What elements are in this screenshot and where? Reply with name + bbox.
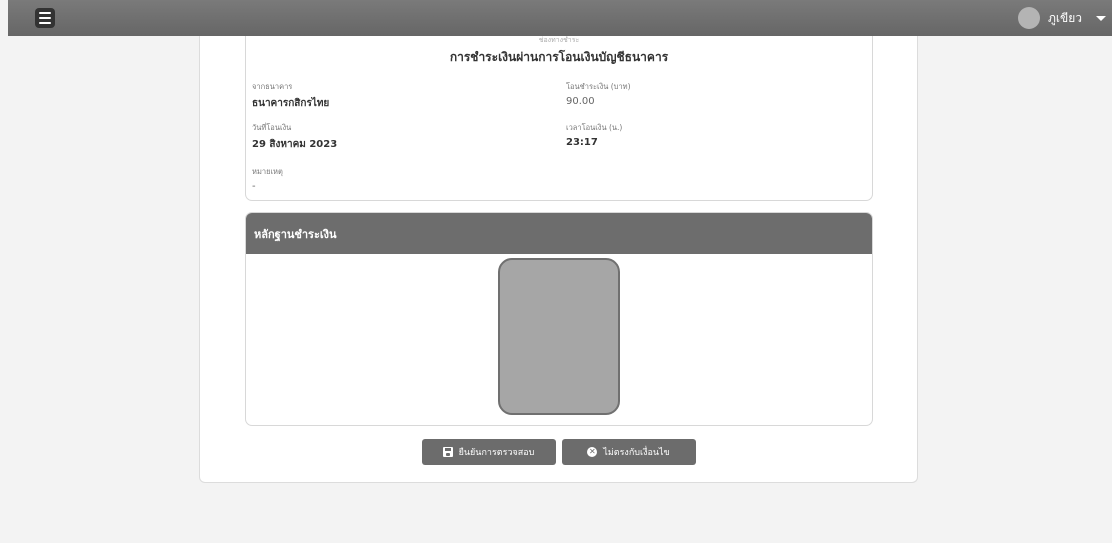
payment-slip-image[interactable]	[498, 258, 620, 415]
confirm-verification-label: ยืนยันการตรวจสอบ	[458, 448, 535, 458]
from-bank-label: จากธนาคาร	[252, 82, 293, 91]
amount-field: โอนชำระเงิน (บาท) 90.00	[566, 81, 631, 107]
avatar[interactable]	[1018, 7, 1041, 29]
payment-info-card: ช่องทางชำระ การชำระเงินผ่านการโอนเงินบัญ…	[245, 36, 873, 201]
amount-label: โอนชำระเงิน (บาท)	[566, 82, 631, 91]
confirm-verification-button[interactable]: ยืนยันการตรวจสอบ	[421, 439, 556, 465]
transfer-time-value: 23:17	[566, 137, 598, 148]
note-value: -	[252, 181, 256, 192]
note-label: หมายเหตุ	[252, 167, 283, 176]
payment-method-title: การชำระเงินผ่านการโอนเงินบัญชีธนาคาร	[449, 50, 669, 64]
top-navbar: ภูเขียว	[8, 0, 1112, 36]
amount-value: 90.00	[566, 96, 595, 107]
reject-mismatch-label: ไม่ตรงกับเงื่อนไข	[603, 448, 670, 458]
payment-proof-title: หลักฐานชำระเงิน	[246, 213, 872, 254]
transfer-date-label: วันที่โอนเงิน	[252, 123, 292, 132]
save-icon	[442, 447, 453, 457]
user-name[interactable]: ภูเขียว	[1048, 9, 1082, 28]
payment-proof-card: หลักฐานชำระเงิน	[245, 212, 873, 426]
from-bank-value: ธนาคารกสิกรไทย	[252, 98, 330, 109]
reject-mismatch-button[interactable]: ✕ ไม่ตรงกับเงื่อนไข	[561, 439, 696, 465]
transfer-time-field: เวลาโอนเงิน (น.) 23:17	[566, 122, 622, 148]
transfer-time-label: เวลาโอนเงิน (น.)	[566, 123, 623, 132]
payment-channel-caption: ช่องทางชำระ	[538, 36, 580, 44]
from-bank-field: จากธนาคาร ธนาคารกสิกรไทย	[252, 81, 329, 111]
action-buttons: ยืนยันการตรวจสอบ ✕ ไม่ตรงกับเงื่อนไข	[200, 439, 917, 465]
chevron-down-icon[interactable]	[1096, 15, 1106, 21]
close-circle-icon: ✕	[587, 447, 598, 457]
hamburger-menu-icon[interactable]	[35, 8, 55, 28]
user-menu[interactable]: ภูเขียว	[1018, 6, 1106, 30]
transfer-date-field: วันที่โอนเงิน 29 สิงหาคม 2023	[252, 122, 337, 152]
payment-detail-panel: ช่องทางชำระ การชำระเงินผ่านการโอนเงินบัญ…	[199, 36, 918, 483]
note-field: หมายเหตุ -	[252, 166, 283, 192]
transfer-date-value: 29 สิงหาคม 2023	[252, 139, 338, 150]
